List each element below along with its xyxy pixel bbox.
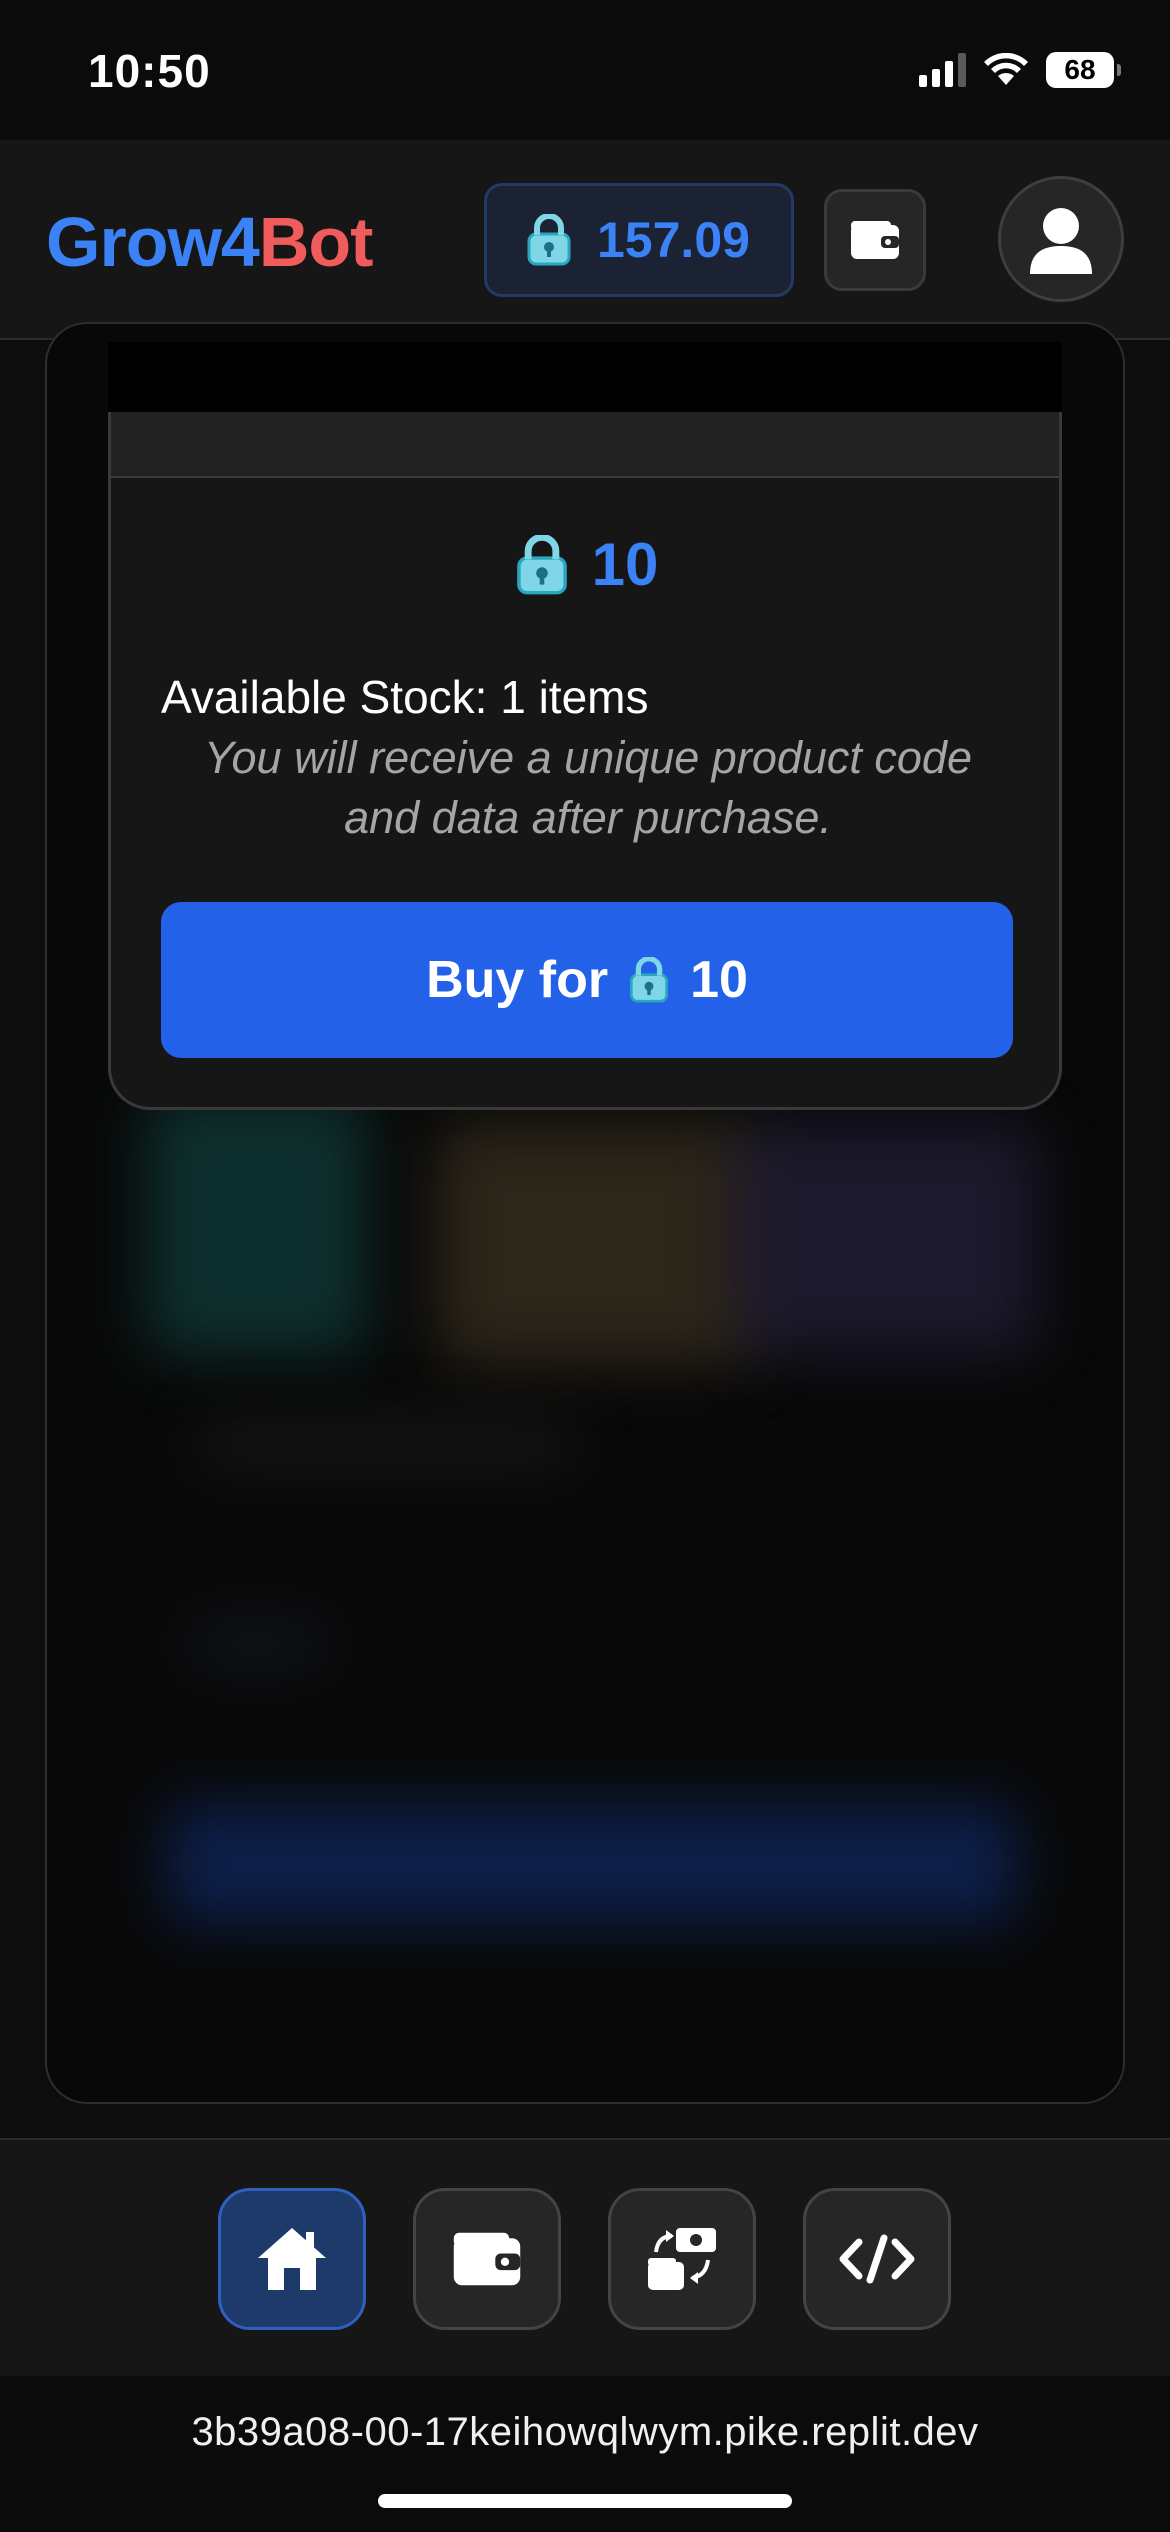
lock-icon (527, 214, 571, 266)
home-icon (258, 2228, 326, 2290)
buy-button-amount: 10 (690, 951, 748, 1009)
status-bar: 10:50 68 (0, 0, 1170, 140)
status-time: 10:50 (88, 45, 211, 97)
price-row: 10 (111, 530, 1059, 599)
brand-part-bot: Bot (258, 203, 374, 281)
receive-note: You will receive a unique product code a… (204, 732, 972, 843)
app-header: Grow4Bot 157.09 (0, 140, 1170, 340)
modal-top-band (108, 342, 1062, 412)
balance-value: 157.09 (597, 212, 750, 268)
price-value: 10 (591, 531, 659, 598)
modal-header-strip (111, 412, 1059, 478)
balance-pill[interactable]: 157.09 (484, 183, 794, 297)
nav-code-button[interactable] (803, 2188, 951, 2330)
wallet-icon (453, 2232, 521, 2286)
wallet-icon (851, 221, 899, 259)
wifi-icon (984, 53, 1028, 85)
brand-logo[interactable]: Grow4Bot (46, 202, 374, 282)
purchase-modal: 10 Available Stock: 1 items You will rec… (108, 412, 1062, 1110)
cellular-signal-icon (919, 53, 966, 87)
nav-home-button[interactable] (218, 2188, 366, 2330)
status-icons: 68 (919, 52, 1121, 88)
nav-wallet-button[interactable] (413, 2188, 561, 2330)
bottom-nav (0, 2138, 1170, 2376)
url-text: 3b39a08-00-17keihowqlwym.pike.replit.dev (191, 2410, 979, 2454)
lock-icon (630, 957, 669, 1003)
home-indicator[interactable] (378, 2494, 792, 2508)
available-stock: Available Stock: 1 items (161, 671, 649, 723)
code-icon (839, 2234, 915, 2284)
user-avatar-button[interactable] (998, 176, 1124, 302)
exchange-icon (648, 2228, 716, 2290)
user-icon (1030, 208, 1092, 274)
lock-icon (516, 534, 567, 594)
nav-exchange-button[interactable] (608, 2188, 756, 2330)
header-wallet-button[interactable] (824, 189, 926, 291)
buy-button-label: Buy for (426, 951, 609, 1009)
battery-icon: 68 (1046, 52, 1121, 88)
brand-part-grow4: Grow4 (46, 203, 260, 281)
browser-url-bar[interactable]: 3b39a08-00-17keihowqlwym.pike.replit.dev (0, 2376, 1170, 2532)
buy-button[interactable]: Buy for 10 (161, 902, 1013, 1058)
